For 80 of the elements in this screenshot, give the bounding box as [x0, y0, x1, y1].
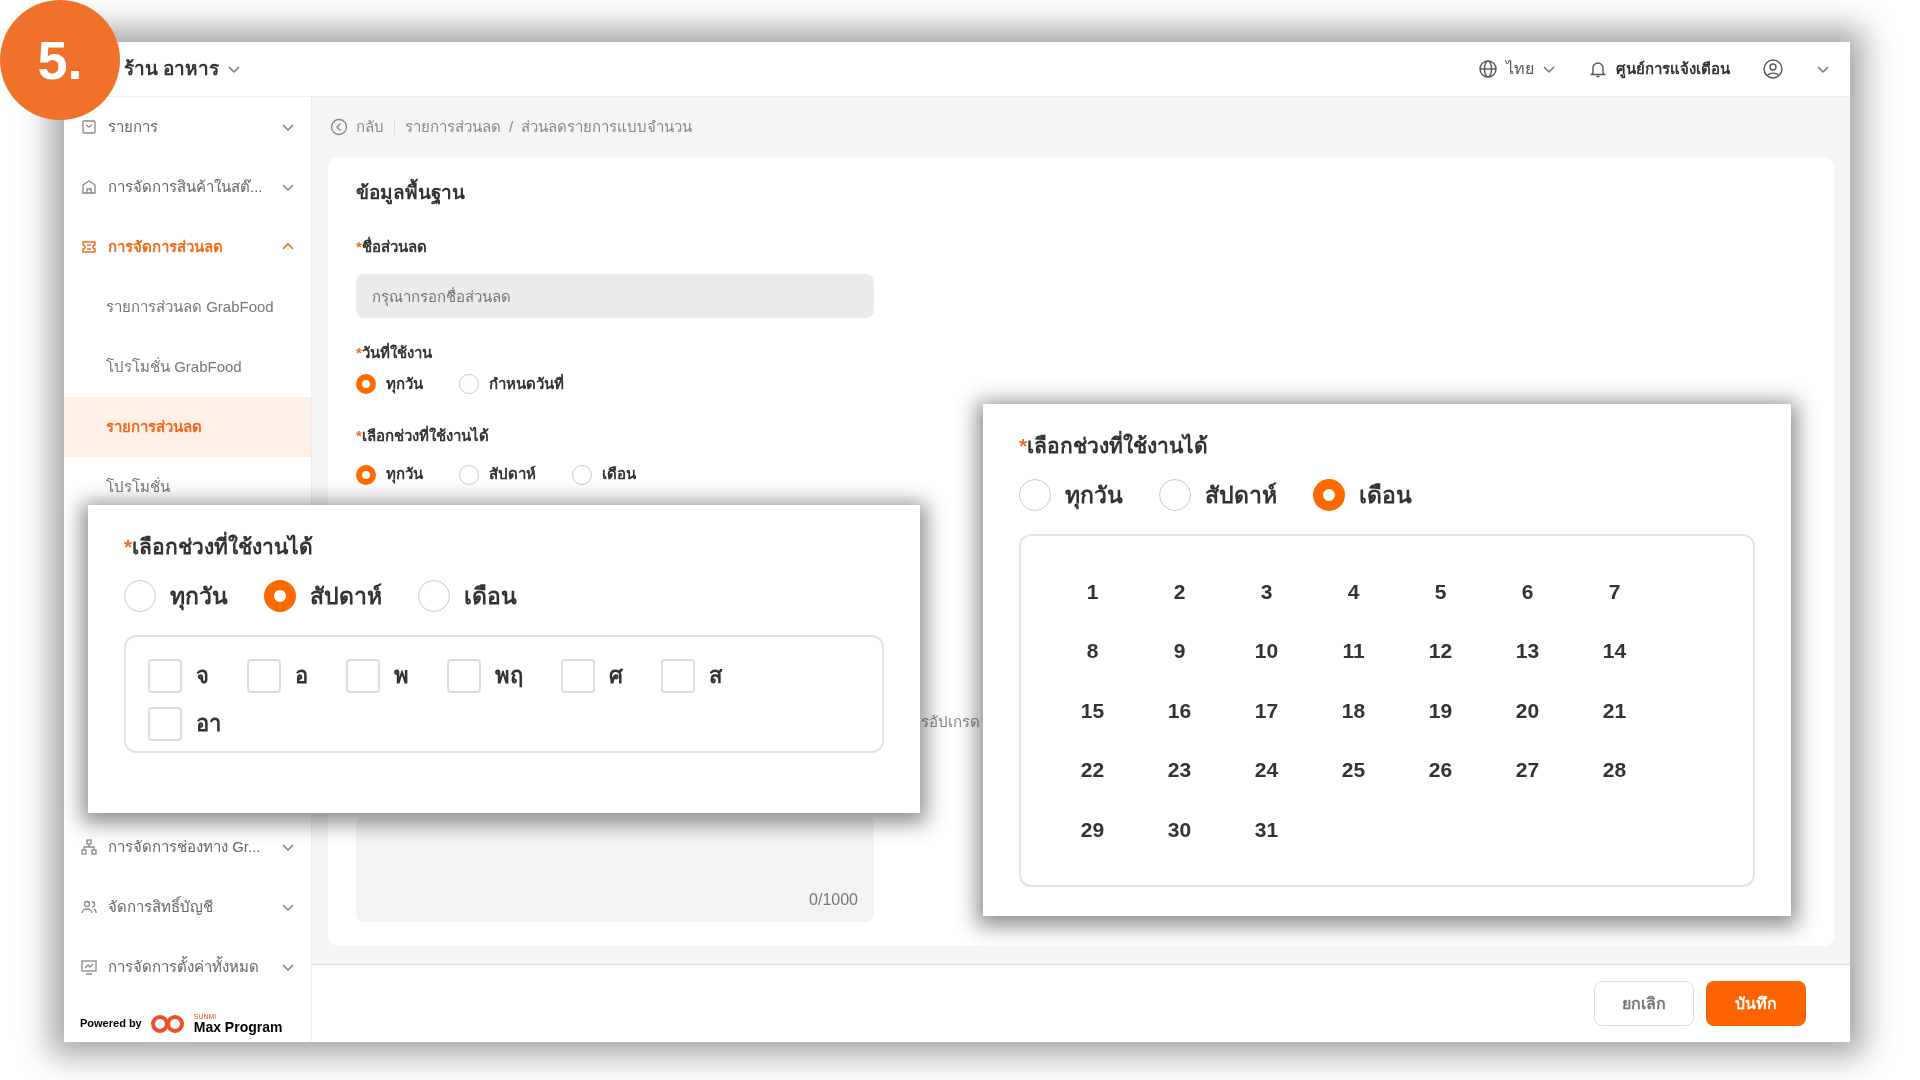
sidebar-item[interactable]: จัดการสิทธิ์บัญชี: [64, 877, 311, 937]
step-number-badge: 5.: [0, 0, 120, 120]
hierarchy-icon: [80, 838, 98, 856]
sidebar-item[interactable]: การจัดการตั้งค่าทั้งหมด: [64, 937, 311, 997]
sidebar-subitem[interactable]: โปรโมชั่น: [64, 457, 311, 517]
partial-text: รอัปเกรด: [921, 712, 980, 732]
radio-option[interactable]: สัปดาห์: [1159, 477, 1277, 512]
radio-option[interactable]: เดือน: [1313, 477, 1412, 512]
bell-icon[interactable]: [1588, 59, 1608, 79]
month-day[interactable]: 23: [1136, 754, 1223, 786]
receipt-icon: [80, 118, 98, 136]
description-field[interactable]: 0/1000: [356, 816, 874, 922]
radio-option[interactable]: เดือน: [418, 578, 517, 613]
discount-name-field[interactable]: กรุณากรอกชื่อส่วนลด: [356, 274, 874, 318]
notification-center-link[interactable]: ศูนย์การแจ้งเตือน: [1616, 57, 1730, 81]
powered-by-text: Powered by: [80, 1016, 142, 1032]
users-icon: [80, 898, 98, 916]
month-day[interactable]: 13: [1484, 635, 1571, 667]
month-day[interactable]: 5: [1397, 575, 1484, 608]
month-day[interactable]: 7: [1571, 575, 1658, 608]
field-label: *ชื่อส่วนลด: [356, 235, 427, 257]
sidebar-item[interactable]: การจัดการช่องทาง Gr...: [64, 817, 311, 877]
radio-option[interactable]: ทุกวัน: [124, 578, 228, 613]
month-day[interactable]: 30: [1136, 813, 1223, 846]
month-day[interactable]: 22: [1049, 754, 1136, 786]
field-label: *เลือกช่วงที่ใช้งานได้: [356, 424, 489, 446]
field-label: *เลือกช่วงที่ใช้งานได้: [1019, 430, 1209, 462]
month-day[interactable]: 15: [1049, 694, 1136, 727]
radio-option[interactable]: สัปดาห์: [264, 578, 382, 613]
sidebar-subitem[interactable]: รายการส่วนลด GrabFood: [64, 277, 311, 337]
month-day[interactable]: 18: [1310, 694, 1397, 727]
month-day[interactable]: 29: [1049, 813, 1136, 846]
month-day[interactable]: 25: [1310, 754, 1397, 786]
month-day[interactable]: 24: [1223, 754, 1310, 786]
radio-option[interactable]: ทุกวัน: [1019, 477, 1123, 512]
month-day[interactable]: 3: [1223, 575, 1310, 608]
month-day[interactable]: 31: [1223, 813, 1310, 846]
section-title: ข้อมูลพื้นฐาน: [356, 179, 1806, 208]
language-selector[interactable]: ไทย: [1506, 57, 1534, 81]
breadcrumb-separator: /: [509, 116, 514, 137]
sidebar-subitem[interactable]: โปรโมชั่น GrabFood: [64, 337, 311, 397]
store-icon: [80, 178, 98, 196]
month-day[interactable]: 9: [1136, 635, 1223, 667]
month-day[interactable]: 8: [1049, 635, 1136, 667]
month-day[interactable]: 12: [1397, 635, 1484, 667]
month-day[interactable]: 2: [1136, 575, 1223, 608]
breadcrumb-item: ส่วนลดรายการแบบจำนวน: [521, 116, 693, 137]
monitor-icon: [80, 958, 98, 976]
radio-option[interactable]: สัปดาห์: [459, 463, 536, 486]
globe-icon[interactable]: [1478, 59, 1498, 79]
month-day[interactable]: 21: [1571, 694, 1658, 727]
day-checkbox[interactable]: อา: [148, 706, 221, 741]
character-counter: 0/1000: [809, 889, 858, 910]
month-day[interactable]: 27: [1484, 754, 1571, 786]
radio-option[interactable]: กำหนดวันที่: [459, 372, 564, 395]
month-day[interactable]: 14: [1571, 635, 1658, 667]
field-label: *เลือกช่วงที่ใช้งานได้: [124, 531, 314, 563]
month-day[interactable]: 6: [1484, 575, 1571, 608]
field-label: *วันที่ใช้งาน: [356, 342, 432, 363]
ticket-icon: [80, 238, 98, 256]
month-day[interactable]: 1: [1049, 575, 1136, 608]
radio-option[interactable]: ทุกวัน: [356, 372, 423, 395]
month-day[interactable]: 20: [1484, 694, 1571, 727]
radio-option[interactable]: เดือน: [572, 463, 636, 486]
month-day[interactable]: 16: [1136, 694, 1223, 727]
brand-name: Max Program: [193, 1020, 283, 1034]
month-day[interactable]: 26: [1397, 754, 1484, 786]
radio-option[interactable]: ทุกวัน: [356, 463, 423, 486]
store-name[interactable]: ร้าน อาหาร: [124, 54, 220, 84]
day-checkbox[interactable]: พฤ: [447, 658, 523, 693]
cancel-button[interactable]: ยกเลิก: [1594, 981, 1694, 1026]
sidebar-item[interactable]: การจัดการสินค้าในสต๊...: [64, 157, 311, 217]
brand-logo-icon: [149, 1013, 186, 1034]
month-day[interactable]: 17: [1223, 694, 1310, 727]
month-day[interactable]: 11: [1310, 635, 1397, 667]
month-day[interactable]: 4: [1310, 575, 1397, 608]
month-day[interactable]: 28: [1571, 754, 1658, 786]
month-day[interactable]: 19: [1397, 694, 1484, 727]
user-avatar-icon[interactable]: [1762, 58, 1784, 80]
month-day[interactable]: 10: [1223, 635, 1310, 667]
